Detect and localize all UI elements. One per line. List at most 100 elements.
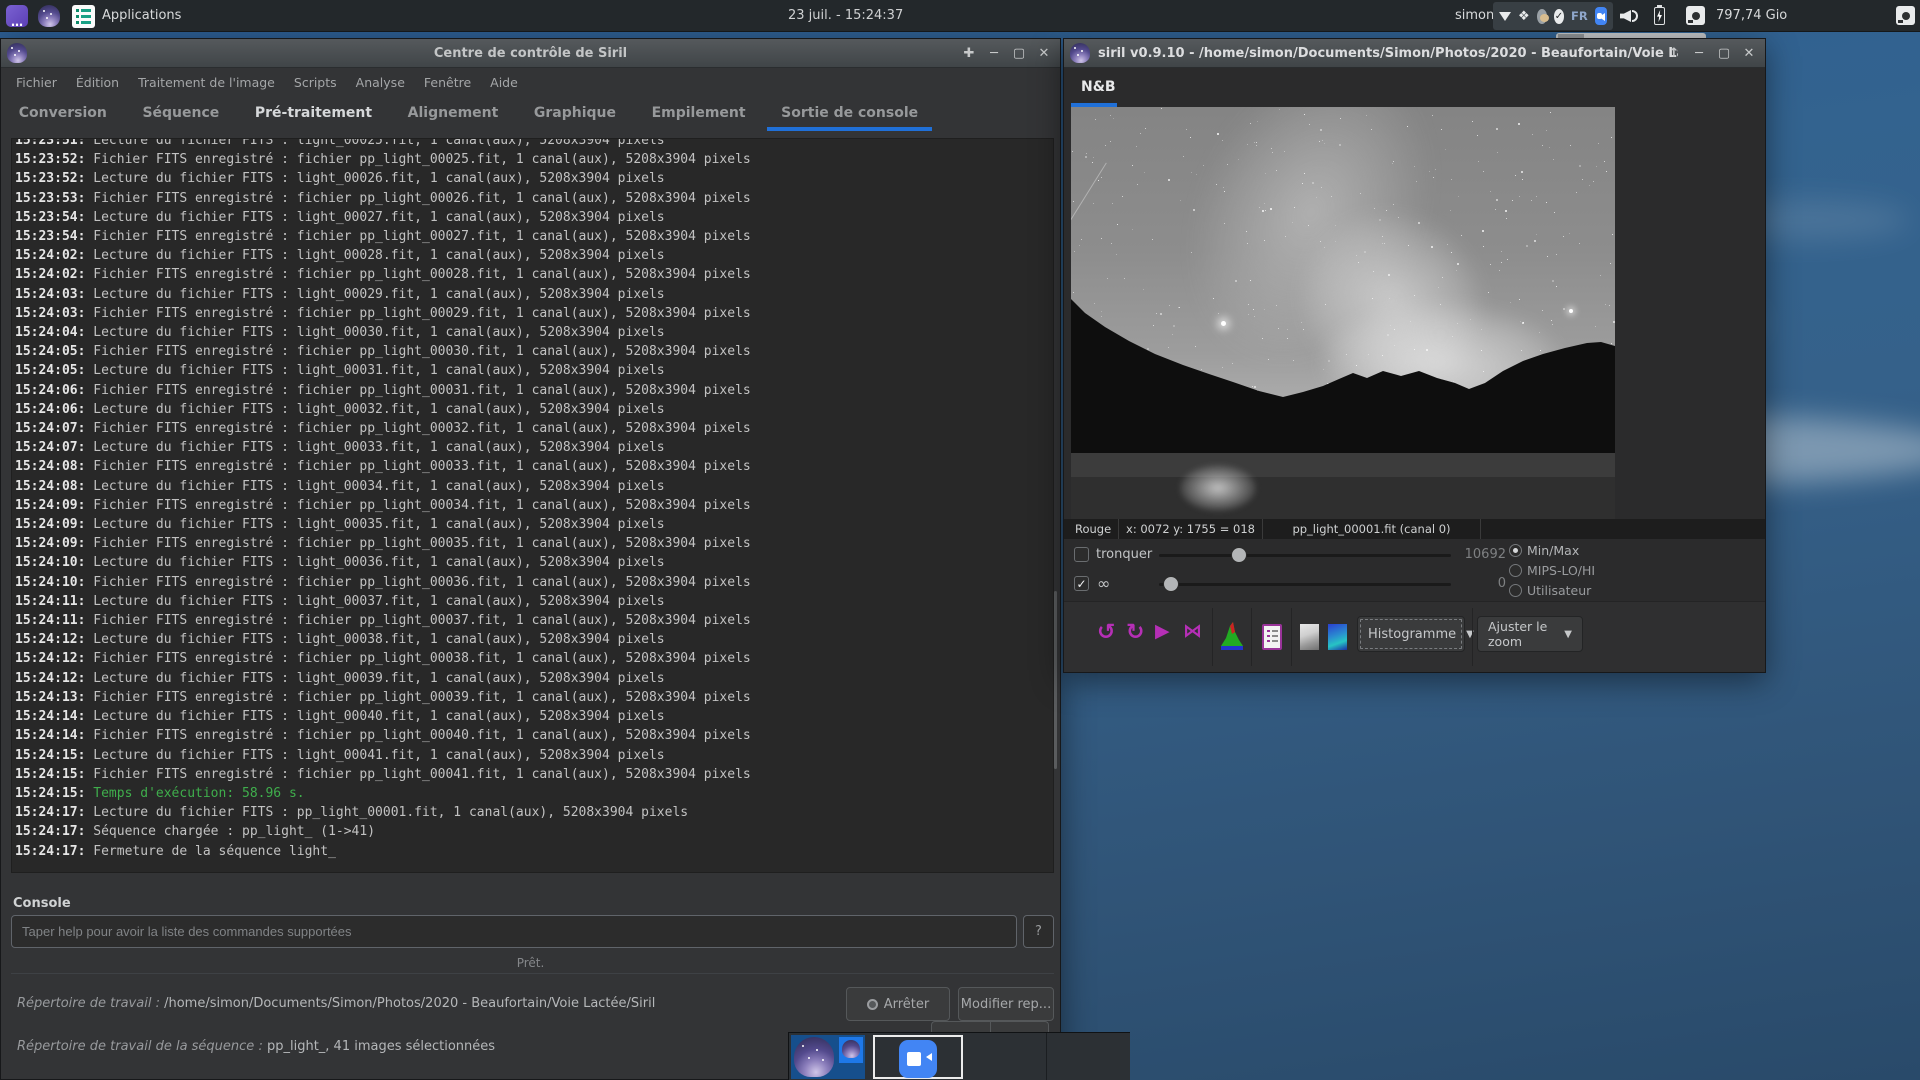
command-input[interactable] [11,915,1017,948]
radio-mips-lo-hi[interactable] [1509,564,1522,577]
infinity-checkbox[interactable]: ✓ [1074,576,1089,591]
flip-icon[interactable]: ▶ [1155,620,1170,642]
panel-clock[interactable]: 23 juil. - 15:24:37 [788,8,903,23]
speaker-icon[interactable] [1620,7,1640,25]
adjust-zoom-button[interactable]: Ajuster le zoom ▼ [1477,616,1583,652]
right-window-titlebar[interactable]: siril v0.9.10 - /home/simon/Documents/Si… [1064,39,1765,68]
radio-label[interactable]: MIPS-LO/HI [1527,563,1595,578]
radio-utilisateur[interactable] [1509,584,1522,597]
tab-conversion[interactable]: Conversion [5,97,121,131]
dropbox-icon[interactable]: ❖ [1518,9,1530,24]
minimize-button[interactable]: ─ [986,46,1002,61]
working-directory-label: Répertoire de travail : [17,996,160,1011]
maximize-button[interactable]: ▢ [1011,46,1027,61]
tab-pr-traitement[interactable]: Pré-traitement [241,97,386,131]
tab-s-quence[interactable]: Séquence [128,97,233,131]
hi-value: 10692 [1464,547,1506,562]
menu-analyse[interactable]: Analyse [356,75,405,90]
distro-menu-icon[interactable]: … [6,5,28,28]
zoom-icon[interactable] [1594,7,1607,25]
taskbar-separator [1046,1033,1047,1080]
tab-graphique[interactable]: Graphique [520,97,630,131]
help-button[interactable]: ? [1023,915,1054,948]
sequence-directory-label: Répertoire de travail de la séquence : [17,1039,263,1054]
log-line: 15:23:54: Lecture du fichier FITS : ligh… [15,209,665,225]
lo-slider[interactable] [1159,576,1451,592]
radio-min-max[interactable] [1509,544,1522,557]
shade-button[interactable]: ↑ [1666,46,1682,61]
shade-button[interactable]: ✚ [961,46,977,61]
display-mode-dropdown[interactable]: Histogramme ▼ [1357,616,1474,652]
log-line: 15:24:17: Fermeture de la séquence light… [15,843,336,859]
fits-header-icon[interactable] [1262,624,1282,650]
stop-button[interactable]: Arrêter [846,987,950,1021]
menu-fichier[interactable]: Fichier [16,75,57,90]
camera-icon[interactable] [1896,6,1915,25]
menu-bar: Fichier Édition Traitement de l'image Scrip… [1,68,1060,96]
console-log-lines: 15:23:51: Lecture du fichier FITS : ligh… [15,139,1053,861]
menu-traitement-de-l-image[interactable]: Traitement de l'image [138,75,275,90]
tab-sortie-de-console[interactable]: Sortie de console [767,97,933,131]
truncate-checkbox[interactable] [1074,547,1089,562]
modify-directory-button[interactable]: Modifier rep... [958,987,1054,1021]
radio-label[interactable]: Utilisateur [1527,583,1591,598]
battery-icon[interactable] [1654,5,1665,25]
tab-empilement[interactable]: Empilement [638,97,760,131]
log-line: 15:24:09: Lecture du fichier FITS : ligh… [15,517,665,533]
chevron-down-icon: ▼ [1564,628,1572,640]
mirror-icon[interactable]: ⋈ [1183,620,1202,642]
applications-icon[interactable] [72,5,95,28]
false-color-view-icon[interactable] [1328,624,1347,650]
close-button[interactable]: ✕ [1036,46,1052,61]
hi-slider[interactable] [1159,547,1451,563]
log-line: 15:24:05: Lecture du fichier FITS : ligh… [15,363,665,379]
log-line: 15:24:15: Lecture du fichier FITS : ligh… [15,747,665,763]
tab-nb[interactable]: N&B [1081,79,1116,95]
minimize-button[interactable]: ─ [1691,46,1707,61]
maximize-button[interactable]: ▢ [1716,46,1732,61]
check-badge-icon[interactable]: ✓ [1553,8,1565,24]
lo-slider-thumb[interactable] [1163,576,1179,592]
rotate-cw-icon[interactable]: ↻ [1126,620,1144,645]
log-line: 15:24:14: Fichier FITS enregistré : fich… [15,728,751,744]
log-line: 15:24:09: Fichier FITS enregistré : fich… [15,536,751,552]
applications-menu[interactable]: Applications [102,8,181,23]
taskbar-item-zoom[interactable] [873,1035,963,1079]
menu--dition[interactable]: Édition [76,75,119,90]
tab-alignement[interactable]: Alignement [394,97,513,131]
menu-fen-tre[interactable]: Fenêtre [424,75,471,90]
app-indicator-icon[interactable] [1536,8,1549,24]
console-section-label: Console [13,896,71,911]
left-window-titlebar[interactable]: Centre de contrôle de Siril ✚ ─ ▢ ✕ [1,39,1060,68]
menu-aide[interactable]: Aide [490,75,518,90]
info-empty-cell [1481,519,1765,539]
taskbar-item-siril-secondary[interactable] [839,1037,863,1063]
log-line: 15:24:09: Fichier FITS enregistré : fich… [15,497,751,513]
system-tray: ❖ ✓ FR [1493,2,1613,30]
radio-label[interactable]: Min/Max [1527,543,1579,558]
log-scrollbar[interactable] [1054,591,1057,769]
histogram-icon[interactable] [1221,622,1243,650]
rotate-ccw-icon[interactable]: ↺ [1097,620,1115,645]
menu-scripts[interactable]: Scripts [294,75,337,90]
log-line: 15:24:05: Fichier FITS enregistré : fich… [15,344,751,360]
log-line: 15:24:15: Fichier FITS enregistré : fich… [15,766,751,782]
keyboard-layout-indicator[interactable]: FR [1571,9,1588,23]
display-controls: tronquer 10692 ✓ ∞ 0 Min/Max MIPS-LO/HI Ut… [1064,539,1765,601]
siril-icon[interactable] [38,5,60,27]
log-line: 15:23:54: Fichier FITS enregistré : fich… [15,229,751,245]
close-button[interactable]: ✕ [1741,46,1757,61]
hi-slider-thumb[interactable] [1231,547,1247,563]
current-file: pp_light_00001.fit (canal 0) [1263,519,1481,539]
taskbar-item-siril[interactable] [791,1035,865,1079]
console-log[interactable]: 15:23:51: Lecture du fichier FITS : ligh… [11,138,1054,873]
log-line: 15:24:10: Lecture du fichier FITS : ligh… [15,555,665,571]
log-line: 15:24:12: Lecture du fichier FITS : ligh… [15,632,665,648]
astro-image-view[interactable] [1071,107,1615,519]
log-line: 15:24:12: Fichier FITS enregistré : fich… [15,651,751,667]
disk-icon[interactable] [1686,6,1705,25]
window-title: siril v0.9.10 - /home/simon/Documents/Si… [1098,45,1678,61]
network-icon[interactable] [1499,11,1511,21]
siril-icon [842,1040,860,1058]
negative-view-icon[interactable] [1300,624,1319,650]
